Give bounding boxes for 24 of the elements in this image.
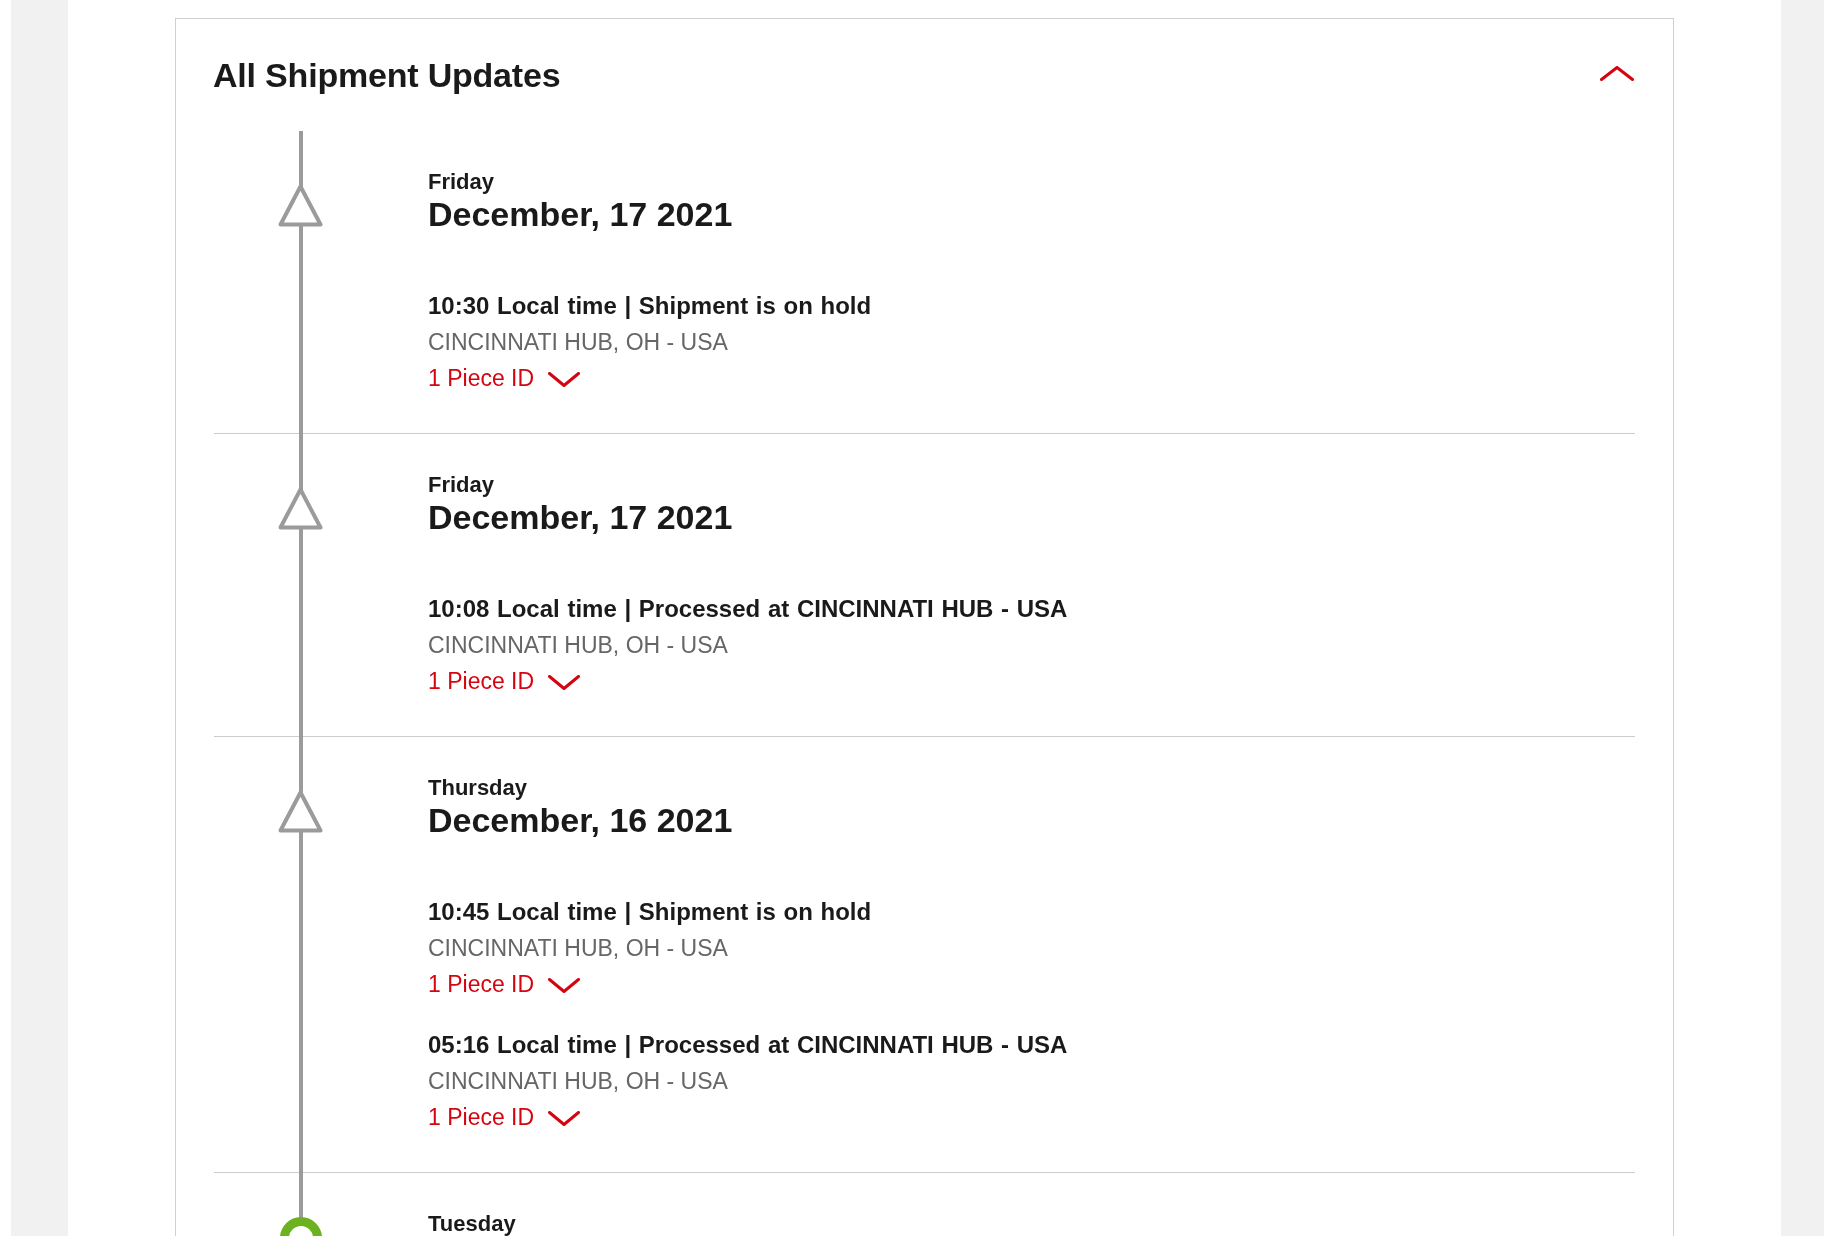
event-title: 10:30 Local time | Shipment is on hold	[428, 291, 872, 321]
piece-id-link[interactable]: 1 Piece ID	[428, 360, 581, 396]
location-text: CINCINNATI HUB, OH - USA	[428, 1067, 728, 1096]
weekday-label: Thursday	[428, 775, 528, 801]
weekday-label: Friday	[428, 169, 495, 195]
triangle-icon	[278, 184, 323, 227]
weekday-label: Tuesday	[428, 1211, 516, 1236]
triangle-icon	[278, 487, 323, 530]
event-title: 10:45 Local time | Shipment is on hold	[428, 897, 872, 927]
triangle-icon	[278, 790, 323, 833]
date-heading: December, 17 2021	[428, 498, 733, 536]
event-title: 10:08 Local time | Processed at CINCINNATI HUB - USA	[428, 594, 1068, 624]
section-title: All Shipment Updates	[213, 55, 561, 95]
location-text: CINCINNATI HUB, OH - USA	[428, 328, 728, 357]
piece-id-link[interactable]: 1 Piece ID	[428, 663, 581, 699]
location-text: CINCINNATI HUB, OH - USA	[428, 934, 728, 963]
piece-id-link[interactable]: 1 Piece ID	[428, 966, 581, 1002]
date-heading: December, 16 2021	[428, 801, 733, 839]
weekday-label: Friday	[428, 472, 495, 498]
piece-id-link[interactable]: 1 Piece ID	[428, 1099, 581, 1135]
event-title: 05:16 Local time | Processed at CINCINNATI HUB - USA	[428, 1030, 1068, 1060]
chevron-up-icon[interactable]	[1600, 66, 1634, 81]
date-heading: December, 17 2021	[428, 195, 733, 233]
location-text: CINCINNATI HUB, OH - USA	[428, 631, 728, 660]
